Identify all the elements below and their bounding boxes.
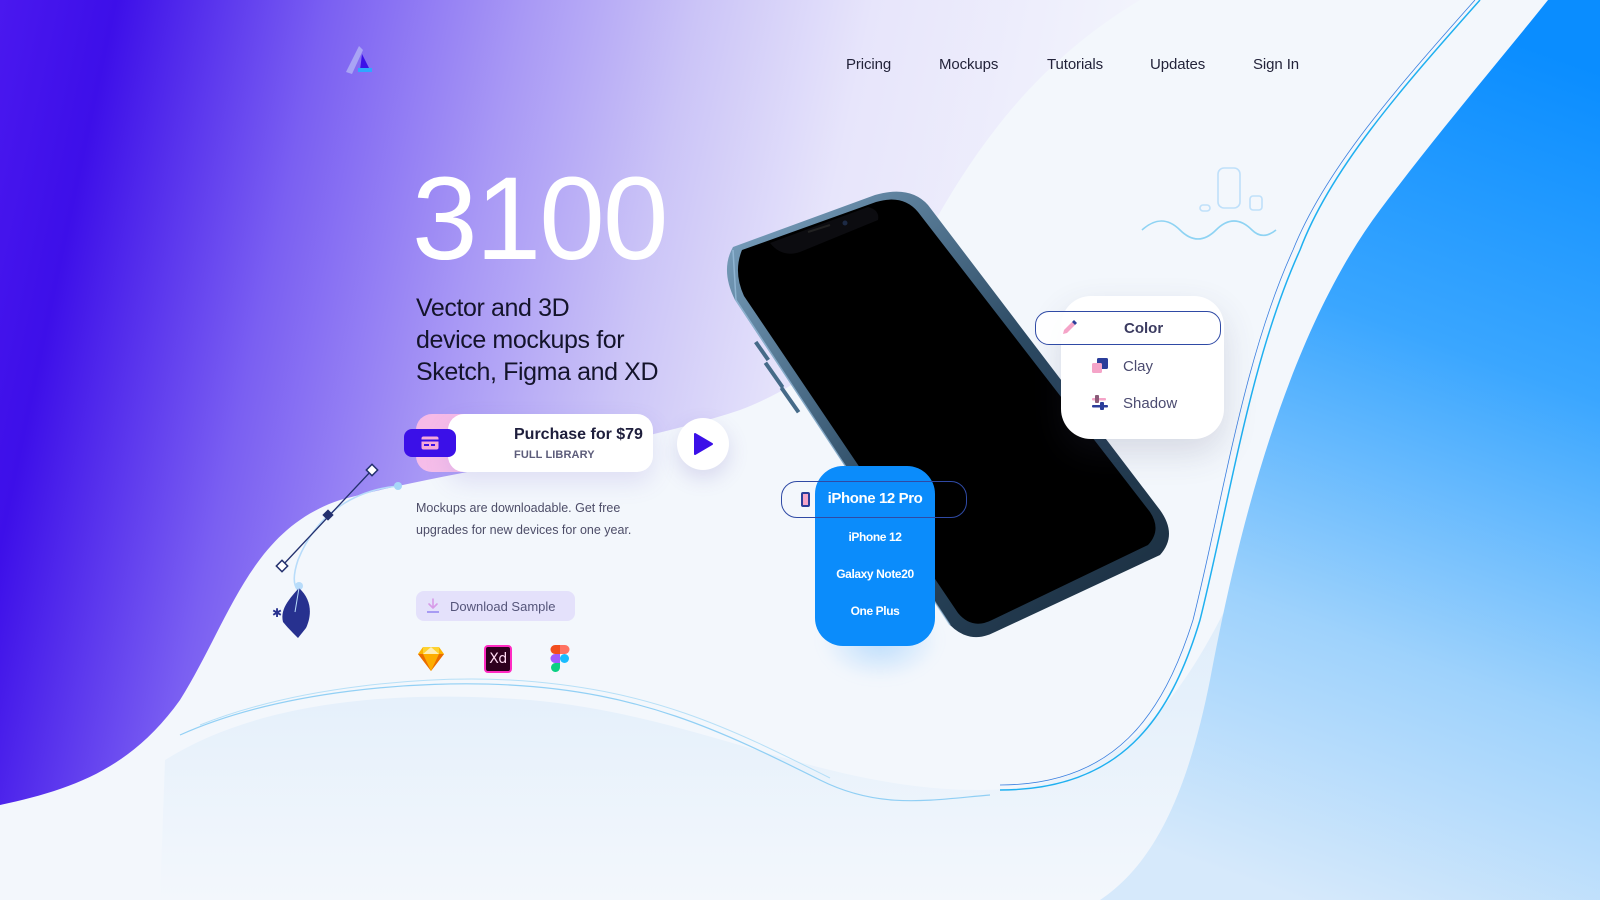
render-option-label: Clay [1123, 357, 1154, 375]
decorative-wave-icon [1141, 167, 1277, 240]
xd-icon: Xd [484, 645, 512, 673]
purchase-caption: FULL LIBRARY [514, 449, 595, 461]
play-icon [694, 433, 713, 455]
blurb-line: Mockups are downloadable. Get free [416, 501, 621, 515]
device-option-iphone-12[interactable]: iPhone 12 [815, 530, 935, 544]
figma-icon [550, 645, 570, 672]
device-option-one-plus[interactable]: One Plus [815, 604, 935, 618]
download-label: Download Sample [450, 598, 556, 614]
hero-count: 3100 [412, 153, 669, 285]
credit-card-icon [404, 429, 456, 457]
blurb-line: upgrades for new devices for one year. [416, 523, 632, 537]
purchase-group: Purchase for $79 FULL LIBRARY [404, 414, 653, 472]
sliders-icon [1092, 395, 1108, 410]
download-icon [427, 598, 439, 613]
device-option-galaxy-note20[interactable]: Galaxy Note20 [815, 567, 935, 581]
phone-icon [801, 492, 810, 507]
nav-updates[interactable]: Updates [1150, 56, 1205, 73]
purchase-title: Purchase for $79 [514, 426, 643, 443]
hero-subtitle-line: Sketch, Figma and XD [416, 358, 659, 386]
render-option-color[interactable]: Color [1035, 311, 1221, 345]
nav-pricing[interactable]: Pricing [846, 56, 891, 73]
render-option-label: Shadow [1123, 394, 1178, 412]
hero-subtitle: Vector and 3D device mockups for Sketch,… [416, 292, 716, 388]
background-shapes [0, 0, 1600, 900]
play-video-button[interactable] [677, 418, 729, 470]
hero-subtitle-line: Vector and 3D [416, 294, 570, 322]
device-option-iphone-12-pro[interactable]: iPhone 12 Pro [815, 490, 935, 507]
svg-text:✱: ✱ [272, 606, 282, 620]
render-style-menu: Color Clay Shadow [1035, 296, 1224, 439]
render-option-clay[interactable]: Clay [1061, 349, 1246, 383]
render-option-label: Color [1124, 319, 1164, 337]
pen-tool-decoration: ✱ [272, 463, 402, 638]
pencil-icon [1063, 320, 1077, 334]
hero-blurb: Mockups are downloadable. Get free upgra… [416, 497, 646, 541]
clay-squares-icon [1092, 358, 1108, 373]
purchase-button[interactable]: Purchase for $79 FULL LIBRARY [448, 414, 653, 472]
xd-icon-label: Xd [489, 651, 507, 667]
nav-tutorials[interactable]: Tutorials [1047, 56, 1103, 73]
render-option-shadow[interactable]: Shadow [1061, 386, 1246, 420]
sketch-icon [418, 647, 444, 671]
nav-mockups[interactable]: Mockups [939, 56, 998, 73]
top-nav: Pricing Mockups Tutorials Updates Sign I… [0, 56, 1600, 80]
download-sample-button[interactable]: Download Sample [416, 591, 575, 621]
hero-subtitle-line: device mockups for [416, 326, 625, 354]
nav-sign-in[interactable]: Sign In [1253, 56, 1299, 73]
